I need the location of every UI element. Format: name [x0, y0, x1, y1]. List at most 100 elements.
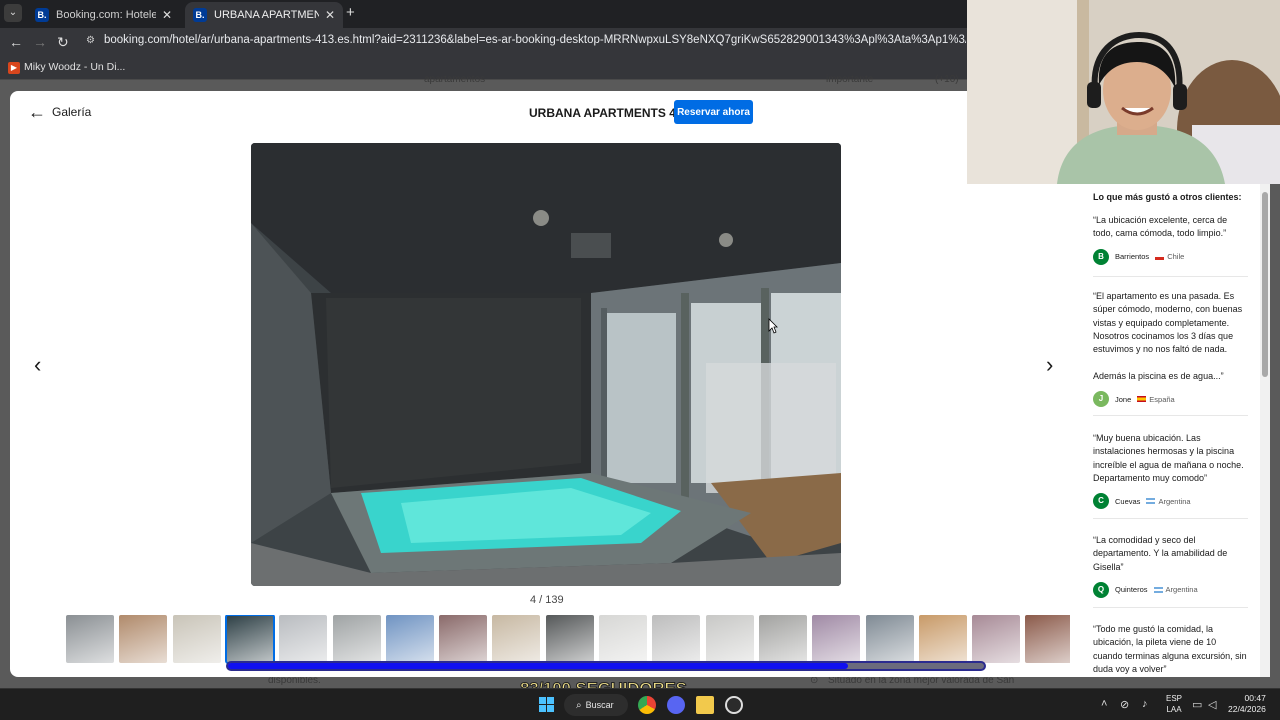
microphone-icon[interactable]: ♪: [1142, 698, 1148, 710]
gallery-thumbnail[interactable]: [439, 615, 488, 663]
spain-flag-icon: [1137, 396, 1147, 403]
review-divider: [1093, 518, 1248, 519]
previous-photo-button[interactable]: ‹: [34, 354, 41, 376]
review-card: “Muy buena ubicación. Las instalaciones …: [1093, 432, 1248, 510]
reviewer-country: España: [1137, 394, 1175, 404]
gallery-thumbnail[interactable]: [172, 615, 221, 663]
gallery-thumbnail[interactable]: [918, 615, 967, 663]
review-quote: “El apartamento es una pasada. Es súper …: [1093, 291, 1243, 381]
review-quote: “La comodidad y seco del departamento. Y…: [1093, 535, 1228, 572]
review-divider: [1093, 276, 1248, 277]
browser-tab-urbana[interactable]: B. URBANA APARTMENTS 413, San C ✕: [185, 2, 343, 28]
thumbnail-scrollbar[interactable]: [226, 661, 986, 671]
chrome-icon[interactable]: [638, 696, 656, 714]
url-field[interactable]: booking.com/hotel/ar/urbana-apartments-4…: [104, 34, 966, 46]
gallery-thumbnail[interactable]: [385, 615, 434, 663]
reviewer-name: Cuevas: [1115, 496, 1141, 506]
tab-title: URBANA APARTMENTS 413, San C: [214, 9, 319, 21]
gallery-thumbnail[interactable]: [972, 615, 1021, 663]
review-author: J Jone España: [1093, 391, 1248, 408]
reviewer-country: Chile: [1155, 252, 1184, 261]
backdrop-text: importante: [826, 74, 874, 85]
forward-arrow-icon[interactable]: →: [33, 34, 47, 50]
gallery-thumbnail[interactable]: [279, 615, 328, 663]
backdrop-text: (+10): [935, 74, 959, 85]
volume-icon[interactable]: ◁: [1208, 698, 1216, 711]
avatar: Q: [1093, 581, 1109, 598]
backdrop-text: apartamentos: [424, 74, 486, 85]
gallery-thumbnail[interactable]: [545, 615, 594, 663]
new-tab-button[interactable]: +: [346, 5, 355, 21]
review-divider: [1093, 415, 1248, 416]
gallery-thumbnail[interactable]: [492, 615, 541, 663]
booking-favicon-icon: B.: [193, 8, 207, 22]
bookmark-item[interactable]: Miky Woodz - Un Di...: [24, 61, 125, 73]
chile-flag-icon: [1155, 253, 1165, 260]
gallery-back-button[interactable]: ← Galería: [28, 103, 91, 121]
argentina-flag-icon: [1153, 586, 1163, 593]
gallery-thumbnail[interactable]: [119, 615, 168, 663]
windows-start-icon[interactable]: [539, 697, 554, 712]
gallery-thumbnail[interactable]: [66, 615, 114, 663]
chevron-up-icon[interactable]: ˄: [1101, 698, 1107, 710]
review-card: “Todo me gustó la comidad, la ubicación,…: [1093, 623, 1248, 676]
gallery-thumbnail[interactable]: [652, 615, 701, 663]
tab-title: Booking.com: Hoteles en San Ca: [56, 9, 156, 21]
gallery-thumbnail[interactable]: [1025, 615, 1070, 663]
reviewer-country: Argentina: [1146, 497, 1191, 506]
review-card: “La comodidad y seco del departamento. Y…: [1093, 534, 1248, 598]
site-info-icon[interactable]: ⚙: [86, 35, 98, 47]
close-tab-icon[interactable]: ✕: [325, 8, 335, 22]
country-label: Chile: [1167, 252, 1185, 262]
gallery-thumbnail[interactable]: [224, 615, 275, 664]
search-icon: ⌕: [576, 699, 582, 711]
browser-tab-booking-search[interactable]: B. Booking.com: Hoteles en San Ca ✕: [27, 2, 180, 28]
gallery-thumbnail[interactable]: [599, 615, 647, 663]
avatar: C: [1093, 493, 1109, 510]
taskbar-search-label: Buscar: [585, 700, 614, 710]
clock-time: 00:47: [1244, 693, 1266, 703]
gallery-thumbnail[interactable]: [332, 615, 381, 663]
windows-taskbar: ⌕ Buscar ˄ ⊘ ♪ ESP LAA ▭ ◁ 00:47 22/4/20…: [0, 688, 1280, 720]
back-arrow-icon[interactable]: ←: [9, 34, 23, 50]
reviewer-name: Jone: [1115, 394, 1132, 404]
reviewer-name: Barrientos: [1115, 252, 1150, 262]
display-icon[interactable]: ▭: [1192, 698, 1202, 711]
country-label: España: [1149, 394, 1175, 404]
reload-icon[interactable]: ↻: [57, 34, 69, 50]
reviews-heading: Lo que más gustó a otros clientes:: [1093, 192, 1242, 202]
gallery-thumbnail[interactable]: [812, 615, 861, 663]
gallery-thumbnail[interactable]: [758, 615, 807, 663]
avatar: B: [1093, 248, 1109, 265]
reviewer-name: Quinteros: [1115, 585, 1148, 595]
gallery-thumbnail[interactable]: [865, 615, 914, 663]
reviews-panel: Lo que más gustó a otros clientes: “La u…: [1082, 180, 1258, 677]
obs-icon[interactable]: [725, 696, 743, 714]
country-label: Argentina: [1165, 585, 1198, 595]
thumbnail-scrollbar-thumb[interactable]: [228, 663, 848, 669]
next-photo-button[interactable]: ›: [1046, 354, 1053, 376]
reviews-scrollbar-thumb[interactable]: [1262, 192, 1268, 377]
close-tab-icon[interactable]: ✕: [162, 8, 172, 22]
gallery-thumbnail[interactable]: [705, 615, 754, 663]
mouse-cursor-icon: [768, 318, 778, 334]
file-explorer-icon[interactable]: [696, 696, 714, 714]
youtube-icon: ▶: [8, 62, 20, 74]
network-off-icon[interactable]: ⊘: [1120, 698, 1129, 711]
thumbnail-strip: [66, 615, 1070, 665]
review-author: C Cuevas Argentina: [1093, 493, 1248, 510]
photo-counter: 4 / 139: [530, 594, 564, 606]
review-card: “La ubicación excelente, cerca de todo, …: [1093, 214, 1248, 265]
system-clock[interactable]: 00:47 22/4/2026: [1228, 693, 1266, 715]
reserve-now-button[interactable]: Reservar ahora: [674, 100, 753, 124]
taskbar-search[interactable]: ⌕ Buscar: [564, 694, 628, 716]
review-quote: “Todo me gustó la comidad, la ubicación,…: [1093, 624, 1247, 674]
tab-search-chevron-icon[interactable]: ⌄: [4, 4, 22, 22]
discord-icon[interactable]: [667, 696, 685, 714]
arrow-left-icon: ←: [28, 102, 46, 122]
argentina-flag-icon: [1146, 498, 1156, 505]
review-card: “El apartamento es una pasada. Es súper …: [1093, 290, 1248, 408]
input-language[interactable]: ESP LAA: [1166, 693, 1182, 715]
reviews-scrollbar[interactable]: [1260, 180, 1270, 677]
webcam-overlay: [967, 0, 1280, 184]
